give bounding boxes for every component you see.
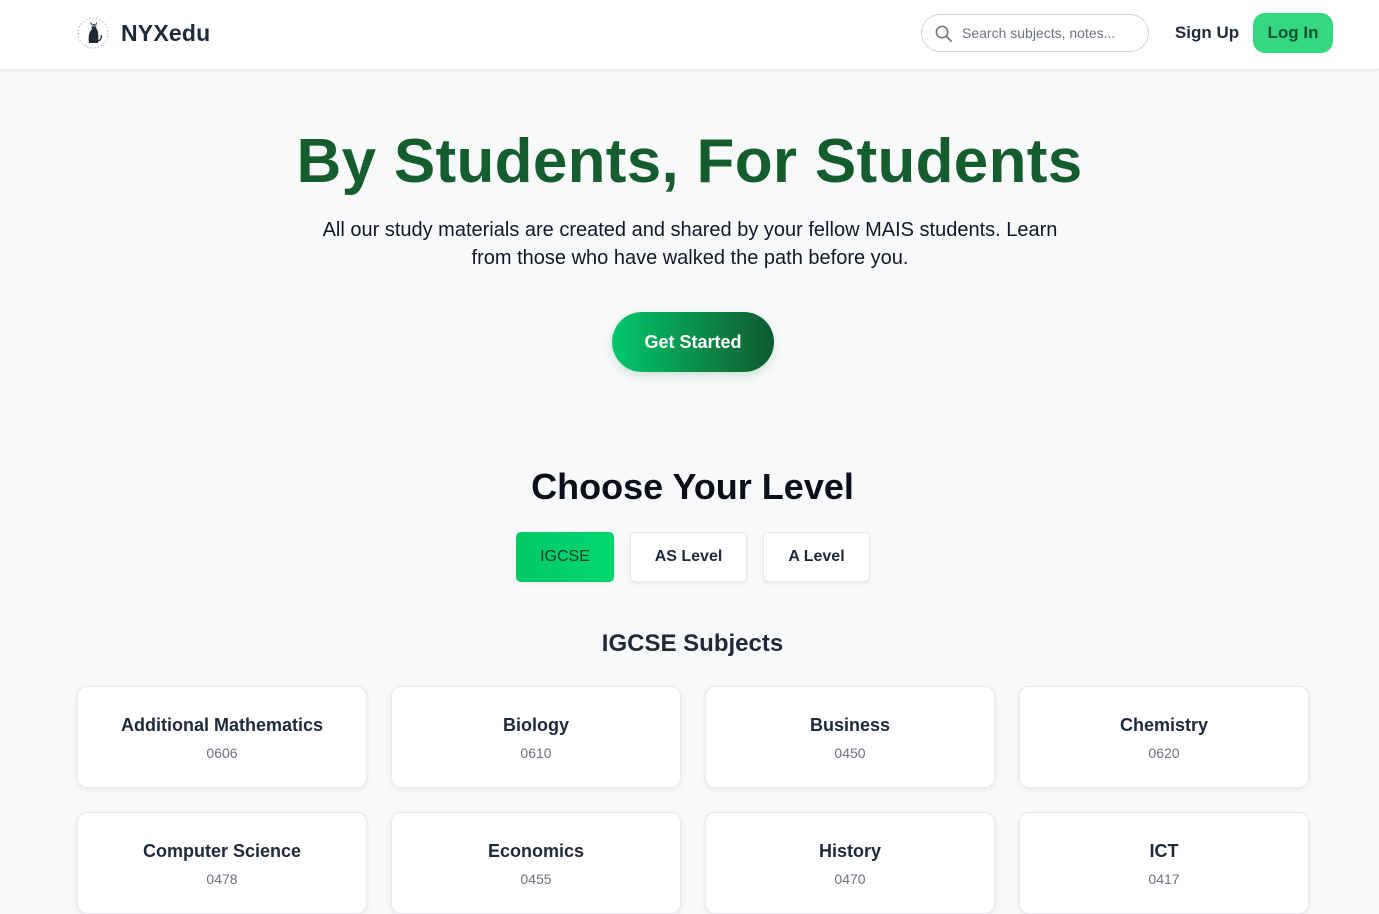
subject-card-biology[interactable]: Biology 0610 xyxy=(391,686,681,788)
subject-card-chemistry[interactable]: Chemistry 0620 xyxy=(1019,686,1309,788)
subject-name: Biology xyxy=(503,715,569,735)
subject-card-history[interactable]: History 0470 xyxy=(705,812,995,914)
subject-code: 0478 xyxy=(206,871,238,887)
subject-card-economics[interactable]: Economics 0455 xyxy=(391,812,681,914)
subject-code: 0620 xyxy=(1148,745,1180,761)
subject-code: 0606 xyxy=(206,745,238,761)
get-started-button[interactable]: Get Started xyxy=(612,312,774,372)
nyx-logo-icon xyxy=(77,17,109,49)
subject-code: 0470 xyxy=(834,871,866,887)
subject-name: History xyxy=(818,841,881,861)
choose-level-title: Choose Your Level xyxy=(531,466,854,507)
hero-subtitle: All our study materials are created and … xyxy=(322,219,1058,269)
level-tab-as-level[interactable]: AS Level xyxy=(630,532,747,582)
subject-name: Business xyxy=(809,715,891,735)
subject-code: 0417 xyxy=(1148,871,1180,887)
brand-name: NYXedu xyxy=(121,19,211,46)
subject-code: 0455 xyxy=(520,871,552,887)
level-tab-a-level[interactable]: A Level xyxy=(763,532,870,582)
subject-card-ict[interactable]: ICT 0417 xyxy=(1019,812,1309,914)
brand[interactable]: NYXedu xyxy=(76,15,210,51)
subject-card-additional-mathematics[interactable]: Additional Mathematics 0606 xyxy=(77,686,367,788)
subject-card-computer-science[interactable]: Computer Science 0478 xyxy=(77,812,367,914)
log-in-button[interactable]: Log In xyxy=(1253,13,1333,53)
subject-card-business[interactable]: Business 0450 xyxy=(705,686,995,788)
level-tab-igcse[interactable]: IGCSE xyxy=(516,532,614,582)
subject-name: Additional Mathematics xyxy=(120,715,324,735)
subjects-title: IGCSE Subjects xyxy=(601,630,784,657)
subject-name: Chemistry xyxy=(1119,715,1209,735)
search-box[interactable] xyxy=(921,14,1149,52)
subject-name: ICT xyxy=(1149,841,1179,861)
search-icon xyxy=(935,25,952,42)
subject-name: Computer Science xyxy=(142,841,302,861)
top-nav: NYXedu Sign Up Log In xyxy=(0,0,1379,70)
subject-code: 0610 xyxy=(520,745,552,761)
subject-code: 0450 xyxy=(834,745,866,761)
subject-name: Economics xyxy=(487,841,585,861)
hero-title: By Students, For Students xyxy=(296,127,1083,196)
sign-up-button[interactable]: Sign Up xyxy=(1166,14,1248,52)
search-input[interactable] xyxy=(962,25,1132,41)
